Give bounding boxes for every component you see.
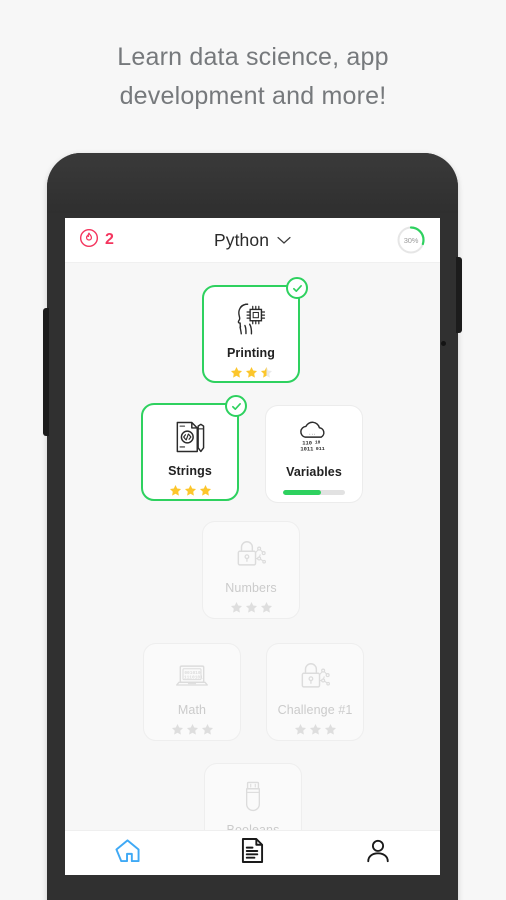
check-circle-icon: [286, 277, 308, 299]
star-locked-icon: [309, 723, 321, 735]
lesson-progress-bar: [283, 490, 345, 495]
nav-item-lessons[interactable]: [190, 837, 315, 869]
svg-text:...: ...: [309, 432, 316, 436]
lesson-stars: [230, 601, 273, 614]
lesson-title: Challenge #1: [277, 703, 353, 717]
home-icon: [114, 838, 141, 868]
page-title: Learn data science, app development and …: [0, 38, 506, 116]
page-root: Learn data science, app development and …: [0, 0, 506, 900]
lesson-title: Printing: [226, 346, 276, 360]
person-icon: [365, 838, 391, 869]
star-full-icon: [169, 484, 181, 496]
course-title-label: Python: [213, 230, 270, 250]
article-icon: [241, 837, 264, 869]
laptop-binary-icon: 001010 1110101: [171, 656, 213, 696]
app-header: 2 Python 30%: [65, 218, 440, 263]
nav-item-home[interactable]: [65, 838, 190, 868]
star-locked-icon: [201, 723, 213, 735]
lesson-stars: [230, 366, 273, 379]
star-full-icon: [245, 366, 257, 378]
check-circle-icon: [225, 395, 247, 417]
course-progress-ring[interactable]: 30%: [396, 225, 426, 255]
star-full-icon: [230, 366, 242, 378]
progress-ring-label: 30%: [403, 235, 419, 245]
cloud-binary-icon: ... 110 10 1011 011: [293, 418, 335, 458]
star-locked-icon: [230, 601, 242, 613]
star-full-icon: [199, 484, 211, 496]
star-locked-icon: [260, 601, 272, 613]
light-sensor-icon: [441, 341, 446, 346]
lesson-card-numbers[interactable]: Numbers: [202, 521, 300, 619]
lesson-title: Variables: [286, 465, 342, 479]
flame-circle-icon: [79, 228, 99, 253]
lesson-card-printing[interactable]: Printing: [202, 277, 308, 383]
lesson-card-strings[interactable]: Strings: [141, 395, 247, 501]
code-document-icon: [170, 417, 210, 457]
padlock-network-icon: [231, 534, 271, 574]
headline-line-1: Learn data science, app: [117, 43, 389, 71]
head-chip-icon: [230, 299, 272, 339]
lesson-title: Strings: [168, 464, 212, 478]
lesson-card-variables[interactable]: ... 110 10 1011 011 Variables: [265, 405, 363, 503]
phone-screen: 2 Python 30% Printing Strings ... 110 10…: [65, 218, 440, 875]
course-selector[interactable]: Python: [65, 218, 440, 263]
lesson-stars: [169, 484, 212, 497]
headline-line-2: development and more!: [119, 82, 387, 110]
usb-drive-icon: [236, 776, 270, 816]
volume-button[interactable]: [43, 308, 49, 436]
star-full-icon: [184, 484, 196, 496]
phone-top-bezel: [47, 153, 458, 213]
lesson-stars: [294, 723, 337, 736]
lesson-card-challenge-1[interactable]: Challenge #1: [266, 643, 364, 741]
chevron-down-icon[interactable]: [277, 232, 291, 250]
lesson-title: Numbers: [225, 581, 277, 595]
lesson-stars: [171, 723, 214, 736]
lesson-grid: Printing Strings ... 110 10 1011 011 Var…: [65, 263, 440, 875]
streak-count-label: 2: [105, 231, 114, 248]
laptop-screen-line-2: 1110101: [184, 674, 203, 680]
power-button[interactable]: [456, 257, 462, 333]
svg-text:011: 011: [316, 446, 325, 452]
bottom-navigation: [65, 830, 440, 875]
star-locked-icon: [171, 723, 183, 735]
nav-item-profile[interactable]: [315, 838, 440, 869]
star-half-icon: [260, 366, 272, 378]
star-locked-icon: [186, 723, 198, 735]
lesson-card-math[interactable]: 001010 1110101 Math: [143, 643, 241, 741]
svg-text:10: 10: [315, 439, 321, 445]
lesson-title: Math: [177, 703, 207, 717]
star-locked-icon: [324, 723, 336, 735]
streak-counter[interactable]: 2: [79, 228, 114, 253]
star-locked-icon: [294, 723, 306, 735]
svg-text:1011: 1011: [300, 446, 314, 453]
padlock-network-icon: [295, 656, 335, 696]
star-locked-icon: [245, 601, 257, 613]
